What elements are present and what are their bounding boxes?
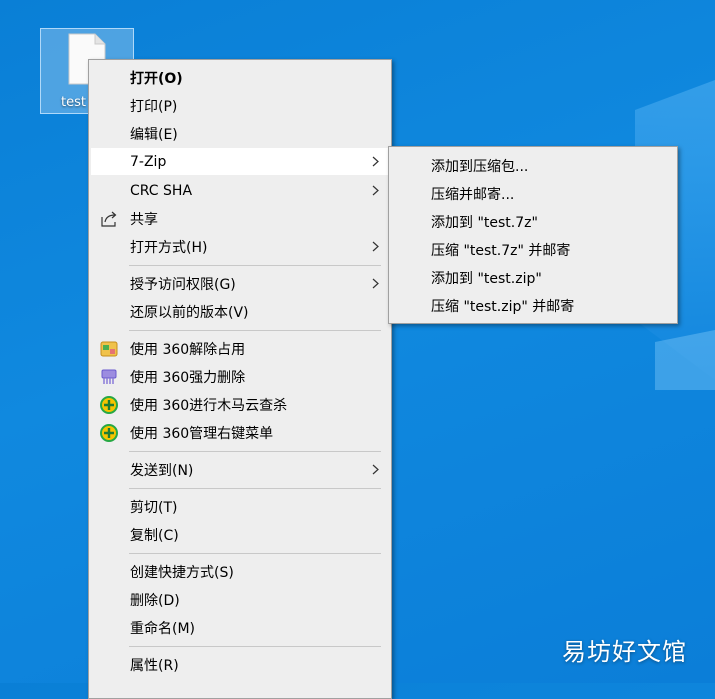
- chevron-right-icon: [372, 185, 379, 196]
- menu-item-label: 打开(O): [130, 70, 183, 87]
- menu-item-delete[interactable]: 删除(D): [91, 586, 389, 613]
- chevron-right-icon: [372, 278, 379, 289]
- menu-item-360-scan[interactable]: 使用 360进行木马云查杀: [91, 391, 389, 418]
- submenu-item-label: 添加到 "test.7z": [431, 215, 538, 231]
- chevron-right-icon: [372, 241, 379, 252]
- submenu-item-add-to-zip[interactable]: 添加到 "test.zip": [391, 264, 675, 292]
- desktop-file-label: test: [61, 95, 86, 110]
- submenu-item-label: 压缩 "test.7z" 并邮寄: [431, 243, 571, 259]
- menu-item-edit[interactable]: 编辑(E): [91, 120, 389, 147]
- menu-item-label: 打印(P): [130, 98, 178, 115]
- menu-separator: [129, 330, 381, 331]
- submenu-item-label: 添加到 "test.zip": [431, 271, 542, 287]
- menu-item-share[interactable]: 共享: [91, 205, 389, 232]
- menu-item-label: 剪切(T): [130, 499, 178, 516]
- submenu-item-compress-zip-email[interactable]: 压缩 "test.zip" 并邮寄: [391, 292, 675, 320]
- 360-unlock-icon: [100, 341, 118, 357]
- watermark: 易坊好文馆: [562, 638, 687, 666]
- submenu-item-add-to-7z[interactable]: 添加到 "test.7z": [391, 208, 675, 236]
- menu-item-cut[interactable]: 剪切(T): [91, 493, 389, 520]
- menu-item-label: 共享: [130, 211, 158, 228]
- menu-item-open-with[interactable]: 打开方式(H): [91, 233, 389, 260]
- submenu-item-compress-and-email[interactable]: 压缩并邮寄...: [391, 180, 675, 208]
- menu-item-label: 使用 360进行木马云查杀: [130, 397, 288, 414]
- menu-separator: [129, 488, 381, 489]
- menu-item-label: 编辑(E): [130, 126, 178, 143]
- menu-item-label: 发送到(N): [130, 462, 194, 479]
- submenu-item-compress-7z-email[interactable]: 压缩 "test.7z" 并邮寄: [391, 236, 675, 264]
- menu-item-label: 7-Zip: [130, 153, 167, 170]
- 7zip-submenu: 添加到压缩包... 压缩并邮寄... 添加到 "test.7z" 压缩 "tes…: [388, 146, 678, 324]
- menu-item-rename[interactable]: 重命名(M): [91, 614, 389, 641]
- 360-shred-icon: [101, 369, 117, 384]
- menu-item-label: 使用 360管理右键菜单: [130, 425, 274, 442]
- menu-separator: [129, 451, 381, 452]
- chevron-right-icon: [372, 156, 379, 167]
- menu-item-360-unlock[interactable]: 使用 360解除占用: [91, 335, 389, 362]
- menu-separator: [129, 646, 381, 647]
- menu-item-label: 使用 360强力删除: [130, 369, 246, 386]
- menu-item-label: 使用 360解除占用: [130, 341, 246, 358]
- 360-scan-icon: [100, 396, 118, 414]
- chevron-right-icon: [372, 464, 379, 475]
- menu-item-label: 属性(R): [130, 657, 179, 674]
- menu-item-open[interactable]: 打开(O): [91, 64, 389, 91]
- submenu-item-label: 压缩 "test.zip" 并邮寄: [431, 299, 575, 315]
- menu-item-label: 重命名(M): [130, 620, 196, 637]
- menu-item-grant-access[interactable]: 授予访问权限(G): [91, 270, 389, 297]
- menu-item-label: CRC SHA: [130, 182, 193, 199]
- menu-item-print[interactable]: 打印(P): [91, 92, 389, 119]
- menu-item-label: 还原以前的版本(V): [130, 304, 249, 321]
- menu-item-label: 授予访问权限(G): [130, 276, 236, 293]
- menu-item-360-manage[interactable]: 使用 360管理右键菜单: [91, 419, 389, 446]
- menu-item-send-to[interactable]: 发送到(N): [91, 456, 389, 483]
- menu-item-create-shortcut[interactable]: 创建快捷方式(S): [91, 558, 389, 585]
- menu-item-label: 打开方式(H): [130, 239, 208, 256]
- submenu-item-add-to-archive[interactable]: 添加到压缩包...: [391, 152, 675, 180]
- context-menu: 打开(O) 打印(P) 编辑(E) 7-Zip CRC SHA 共享 打开方式(…: [88, 59, 392, 699]
- menu-item-crc-sha[interactable]: CRC SHA: [91, 177, 389, 204]
- submenu-item-label: 添加到压缩包...: [431, 159, 529, 175]
- menu-item-label: 创建快捷方式(S): [130, 564, 234, 581]
- menu-item-7zip[interactable]: 7-Zip: [91, 148, 389, 175]
- menu-item-label: 删除(D): [130, 592, 180, 609]
- menu-item-360-shred[interactable]: 使用 360强力删除: [91, 363, 389, 390]
- submenu-item-label: 压缩并邮寄...: [431, 187, 515, 203]
- menu-separator: [129, 265, 381, 266]
- 360-manage-icon: [100, 424, 118, 442]
- menu-item-restore-versions[interactable]: 还原以前的版本(V): [91, 298, 389, 325]
- menu-separator: [129, 553, 381, 554]
- menu-item-copy[interactable]: 复制(C): [91, 521, 389, 548]
- menu-item-label: 复制(C): [130, 527, 179, 544]
- share-icon: [101, 211, 117, 227]
- menu-item-properties[interactable]: 属性(R): [91, 651, 389, 678]
